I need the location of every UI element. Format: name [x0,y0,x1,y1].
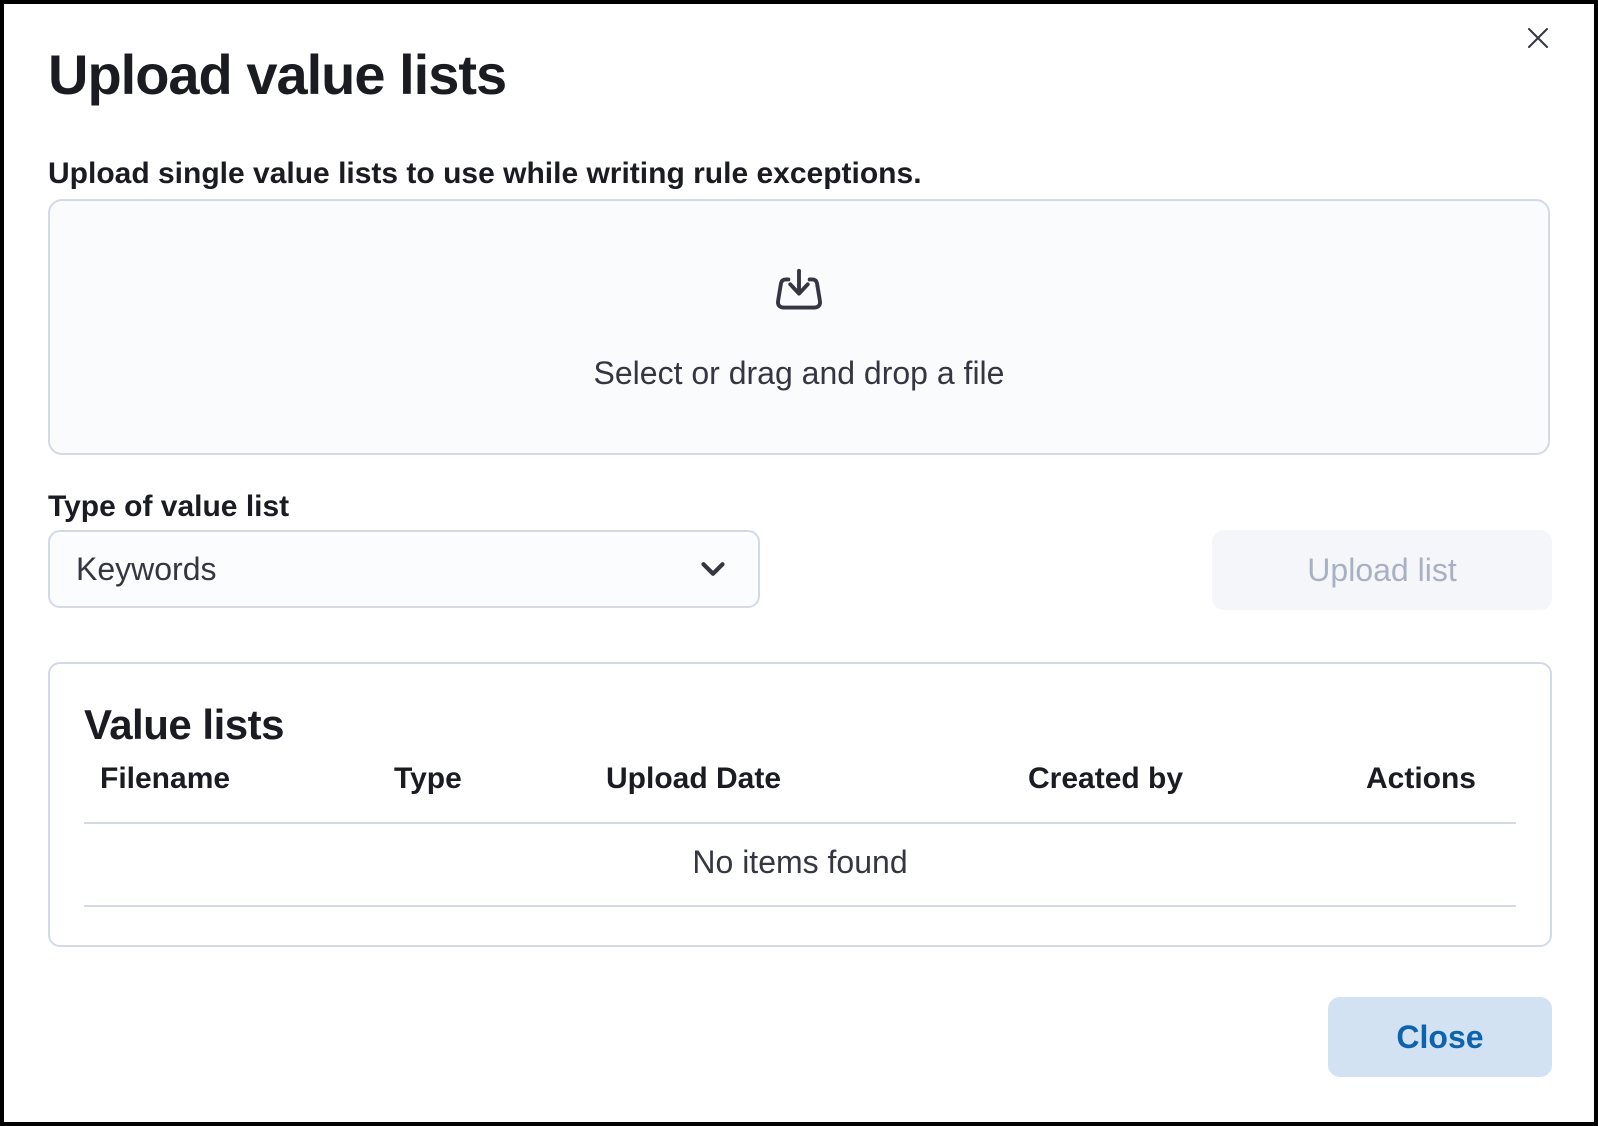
column-header-actions: Actions [1322,762,1516,823]
value-lists-panel-title: Value lists [84,702,1516,748]
upload-list-button[interactable]: Upload list [1212,530,1552,610]
column-header-upload-date: Upload Date [590,762,1012,823]
chevron-down-icon [694,550,732,588]
no-items-found-message: No items found [84,823,1516,906]
value-lists-panel: Value lists Filename Type Upload Date Cr… [48,662,1552,947]
import-download-tray-icon [768,263,830,325]
close-button[interactable]: Close [1328,997,1552,1077]
file-dropzone[interactable]: Select or drag and drop a file [48,199,1550,455]
dropzone-label: Select or drag and drop a file [594,355,1005,392]
value-list-type-label: Type of value list [48,490,289,524]
value-list-type-select[interactable]: Keywords [48,530,760,608]
modal-content: Upload value lists Upload single value l… [4,4,1594,1122]
column-header-created-by: Created by [1012,762,1322,823]
modal-title: Upload value lists [48,44,506,106]
modal-description: Upload single value lists to use while w… [48,157,922,191]
upload-value-lists-modal: Upload value lists Upload single value l… [0,0,1598,1126]
select-selected-value: Keywords [76,551,217,588]
table-header-row: Filename Type Upload Date Created by Act… [84,762,1516,823]
close-modal-button[interactable] [1516,16,1560,60]
close-icon [1522,22,1554,54]
value-lists-table: Filename Type Upload Date Created by Act… [84,762,1516,907]
column-header-type: Type [378,762,590,823]
empty-state-row: No items found [84,823,1516,906]
column-header-filename: Filename [84,762,378,823]
